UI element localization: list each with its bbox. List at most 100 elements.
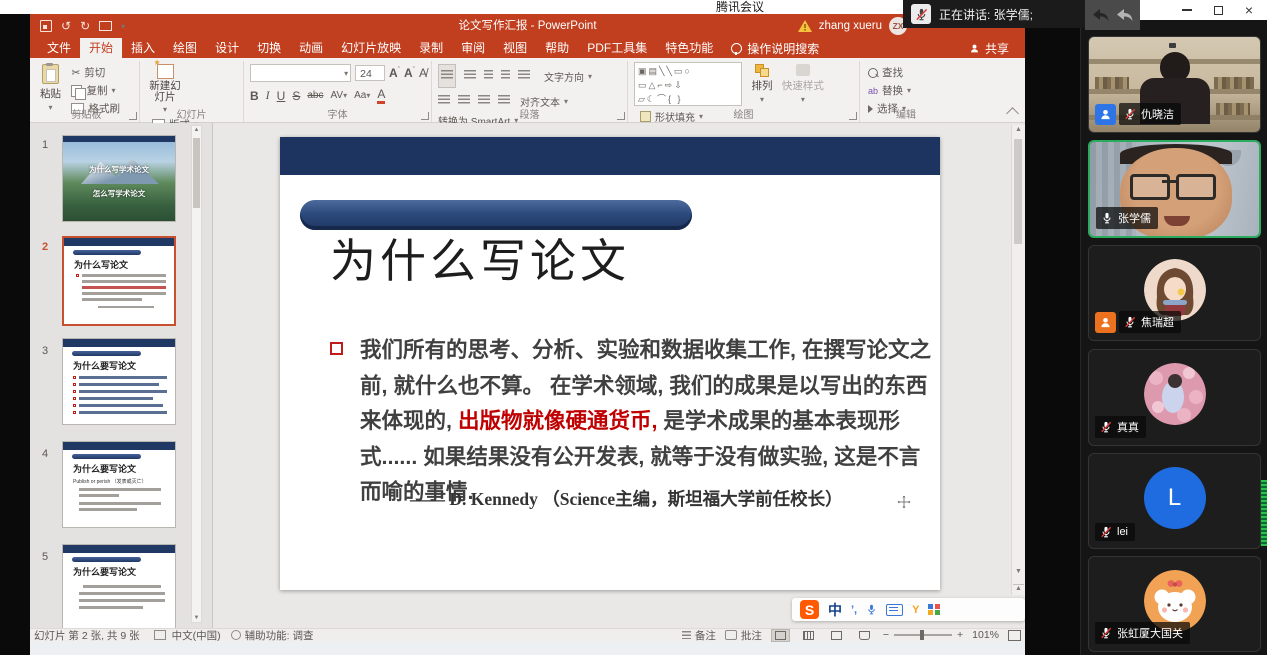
copy-button[interactable]: 复制▾ [71, 83, 120, 98]
panel-scroll-indicator[interactable] [1261, 480, 1267, 546]
participant-tile-4[interactable]: 真真 [1088, 349, 1261, 446]
grow-font-button[interactable]: Aˆ [389, 66, 400, 80]
bold-button[interactable]: B [250, 89, 259, 103]
soft-keyboard-icon[interactable] [886, 604, 903, 616]
font-name-combobox[interactable]: ▾ [250, 64, 351, 82]
editor-scroll-up-icon[interactable]: ▲ [1012, 126, 1025, 133]
font-dialog-launcher[interactable] [421, 112, 429, 120]
scroll-up-icon[interactable]: ▲ [192, 127, 201, 133]
tab-review[interactable]: 审阅 [452, 38, 494, 58]
scroll-down-icon[interactable]: ▼ [192, 615, 201, 621]
slide-thumbnail-2-selected[interactable]: 为什么写论文 [62, 236, 176, 326]
zoom-slider[interactable]: − + [883, 629, 963, 641]
slide-thumbnail-3[interactable]: 为什么要写论文 [62, 338, 176, 425]
font-color-button[interactable]: A [377, 87, 385, 104]
participant-tile-1[interactable]: 仇晓洁 [1088, 36, 1261, 133]
tab-record[interactable]: 录制 [410, 38, 452, 58]
change-case-button[interactable]: Aa▾ [354, 90, 370, 101]
participant-tile-2-speaking[interactable]: 张学儒 [1088, 140, 1261, 238]
slide-body-text[interactable]: 我们所有的思考、分析、实验和数据收集工作, 在撰写论文之前, 就什么也不算。 在… [328, 333, 934, 511]
save-icon[interactable] [40, 20, 52, 32]
language-status[interactable]: 中文(中国) [172, 628, 221, 643]
quick-styles-button[interactable]: 快速样式 ▾ [782, 64, 824, 104]
font-size-combobox[interactable]: 24 [355, 65, 385, 81]
line-spacing-button[interactable] [518, 67, 530, 85]
tab-draw[interactable]: 绘图 [164, 38, 206, 58]
editor-scroll-down-icon[interactable]: ▼ [1012, 568, 1025, 575]
decrease-indent-button[interactable] [484, 67, 493, 85]
sogou-logo[interactable]: S [800, 600, 819, 619]
increase-indent-button[interactable] [501, 67, 510, 85]
editor-scrollbar[interactable]: ▲ ▼ ▲ ▼ [1011, 125, 1025, 595]
tab-design[interactable]: 设计 [206, 38, 248, 58]
redo-icon[interactable]: ↻ [80, 20, 90, 32]
clipboard-dialog-launcher[interactable] [129, 112, 137, 120]
italic-button[interactable]: I [266, 88, 270, 103]
tab-transitions[interactable]: 切换 [248, 38, 290, 58]
slide-thumbnail-4[interactable]: 为什么要写论文 Publish or perish （发表或灭亡） [62, 441, 176, 528]
tab-pdf-tools[interactable]: PDF工具集 [578, 38, 656, 58]
input-mode-chinese[interactable]: 中 [828, 600, 842, 620]
tell-me-search[interactable]: 操作说明搜索 [722, 38, 828, 58]
participant-tile-3[interactable]: 焦瑞超 [1088, 245, 1261, 341]
tab-slideshow[interactable]: 幻灯片放映 [332, 38, 410, 58]
replace-button[interactable]: ab替换▾ [868, 83, 911, 98]
participant-tile-5[interactable]: L lei [1088, 453, 1261, 549]
maximize-icon[interactable] [1214, 6, 1223, 15]
collapse-ribbon-icon[interactable] [1006, 107, 1019, 120]
paste-button[interactable]: 粘贴 ▾ [40, 64, 61, 112]
shape-gallery[interactable]: ▣▤╲╲▭○▭△⌐⇨⇩▱☾⌒{ } [634, 62, 742, 106]
text-direction-button[interactable]: 文字方向▾ [544, 69, 592, 84]
tab-special-features[interactable]: 特色功能 [656, 38, 722, 58]
tab-insert[interactable]: 插入 [122, 38, 164, 58]
punctuation-icon[interactable]: ’, [851, 604, 857, 616]
share-button[interactable]: 共享 [969, 38, 1009, 58]
zoom-thumb[interactable] [920, 630, 924, 640]
slide-title[interactable]: 为什么写论文 [330, 225, 630, 291]
slideshow-view-button[interactable] [855, 629, 874, 642]
editor-scrollbar-thumb[interactable] [1014, 139, 1022, 244]
reading-view-button[interactable] [827, 629, 846, 642]
skin-icon[interactable]: Y [912, 604, 919, 616]
accessibility-status[interactable]: 辅助功能: 调查 [245, 628, 314, 643]
start-slideshow-icon[interactable] [99, 21, 112, 31]
bullets-button[interactable] [438, 64, 456, 88]
shrink-font-button[interactable]: Aˇ [404, 66, 415, 80]
fit-slide-to-window-icon[interactable] [1008, 630, 1021, 641]
slide-thumbnail-5[interactable]: 为什么要写论文 [62, 544, 176, 631]
numbering-button[interactable] [464, 67, 476, 85]
find-button[interactable]: 查找 [868, 65, 911, 80]
thumbnail-scrollbar-thumb[interactable] [193, 138, 200, 208]
toolbox-icon[interactable] [928, 604, 940, 616]
tab-view[interactable]: 视图 [494, 38, 536, 58]
close-icon[interactable]: × [1245, 5, 1253, 15]
voice-input-icon[interactable] [866, 604, 877, 615]
underline-button[interactable]: U [277, 89, 286, 103]
muted-mic-status-icon[interactable] [911, 4, 931, 24]
current-slide[interactable]: 为什么写论文 我们所有的思考、分析、实验和数据收集工作, 在撰写论文之前, 就什… [280, 137, 940, 590]
character-spacing-button[interactable]: AV▾ [330, 90, 347, 101]
zoom-level[interactable]: 101% [972, 629, 999, 641]
slide-thumbnail-1[interactable]: 为什么写学术论文 怎么写学术论文 [62, 135, 176, 222]
slide-sorter-view-button[interactable] [799, 629, 818, 642]
account-name[interactable]: zhang xueru [819, 20, 882, 32]
thumbnail-scrollbar[interactable]: ▲ ▼ [191, 125, 202, 623]
back-arrow-icon[interactable] [1091, 6, 1111, 24]
tab-help[interactable]: 帮助 [536, 38, 578, 58]
previous-slide-button[interactable]: ▲ [1013, 584, 1024, 597]
comments-button[interactable]: 批注 [725, 628, 762, 643]
paragraph-dialog-launcher[interactable] [617, 112, 625, 120]
tab-animations[interactable]: 动画 [290, 38, 332, 58]
strikethrough-button[interactable]: S [292, 89, 300, 103]
cut-button[interactable]: ✂剪切 [71, 65, 120, 80]
arrange-button[interactable]: 排列 ▾ [751, 64, 772, 104]
participant-tile-6[interactable]: 张虹厦大国关 [1088, 556, 1261, 652]
minimize-icon[interactable] [1182, 9, 1192, 10]
notes-button[interactable]: 备注 [682, 628, 716, 643]
normal-view-button[interactable] [771, 629, 790, 642]
abc-strikethrough-icon[interactable]: abc [307, 90, 323, 101]
slide-attribution[interactable]: —— D. Kennedy （Science主编，斯坦福大学前任校长） [410, 486, 930, 511]
tab-file[interactable]: 文件 [38, 38, 80, 58]
qat-dropdown-icon[interactable]: ▾ [121, 22, 125, 31]
clear-formatting-button[interactable]: A̸ [419, 66, 427, 80]
